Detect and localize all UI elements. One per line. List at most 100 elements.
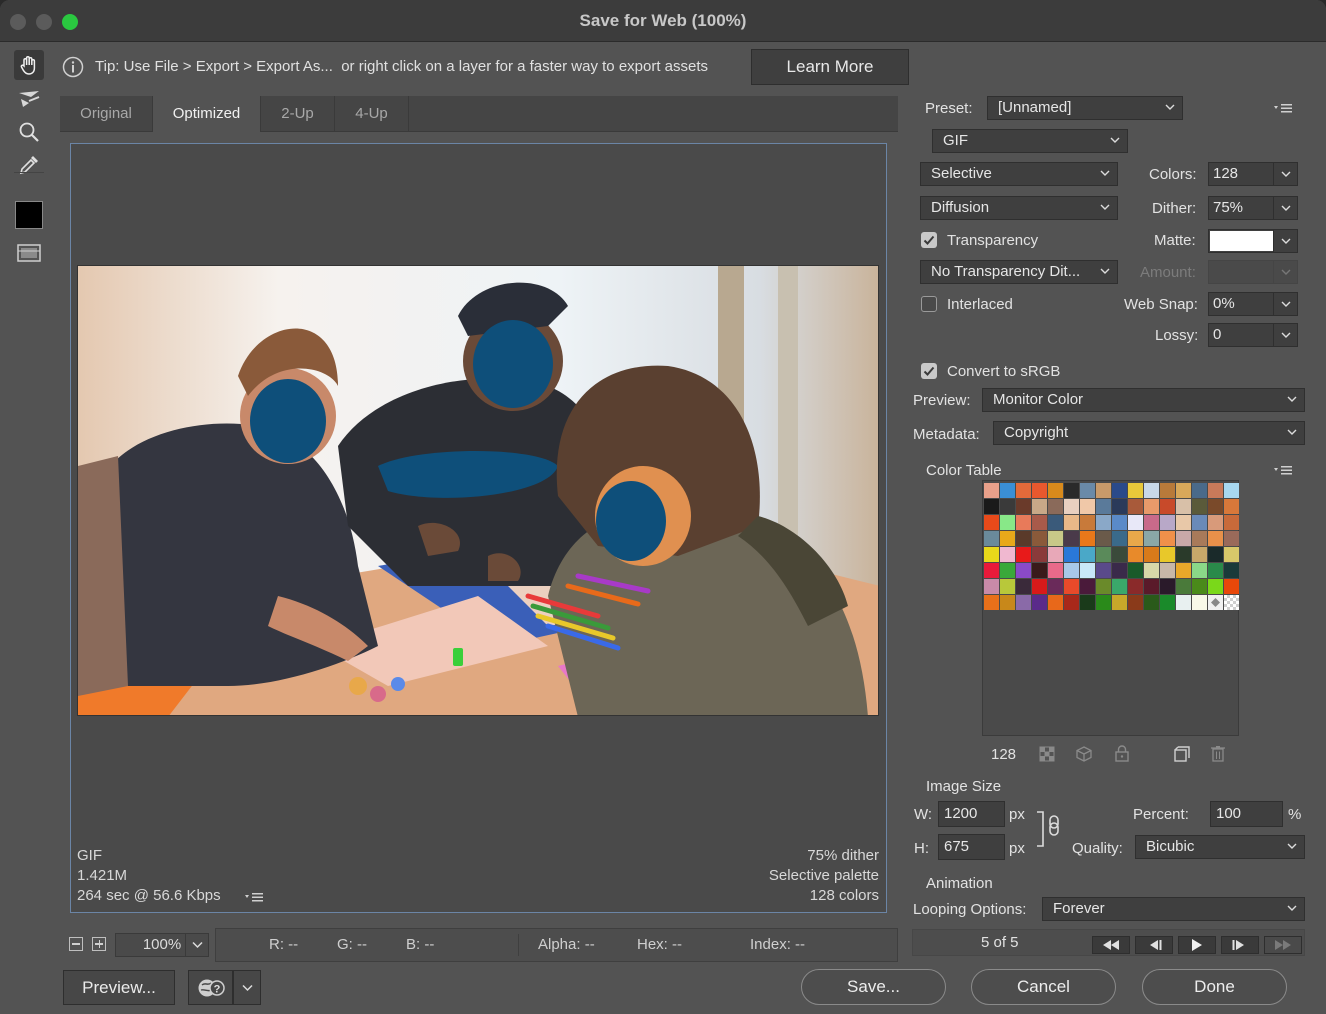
color-swatch[interactable] bbox=[1160, 595, 1175, 610]
color-swatch[interactable] bbox=[1096, 595, 1111, 610]
matte-dropdown[interactable] bbox=[1273, 230, 1297, 252]
color-swatch[interactable] bbox=[1096, 563, 1111, 578]
previous-frame-button[interactable] bbox=[1135, 936, 1173, 954]
color-swatch[interactable] bbox=[1128, 483, 1143, 498]
color-swatch[interactable] bbox=[1064, 515, 1079, 530]
color-swatch[interactable] bbox=[1160, 563, 1175, 578]
color-swatch[interactable] bbox=[1032, 563, 1047, 578]
hand-icon[interactable] bbox=[14, 50, 44, 80]
color-swatch[interactable] bbox=[1080, 499, 1095, 514]
color-swatch[interactable] bbox=[1032, 515, 1047, 530]
color-swatch[interactable] bbox=[1112, 579, 1127, 594]
color-swatch[interactable] bbox=[1080, 579, 1095, 594]
color-swatch[interactable] bbox=[1048, 515, 1063, 530]
color-swatch[interactable] bbox=[1016, 595, 1031, 610]
first-frame-button[interactable] bbox=[1092, 936, 1130, 954]
dither-combo[interactable]: 75% bbox=[1208, 196, 1298, 220]
color-swatch[interactable] bbox=[1048, 531, 1063, 546]
color-swatch[interactable] bbox=[1208, 483, 1223, 498]
color-swatch[interactable] bbox=[984, 531, 999, 546]
color-reduction-select[interactable]: Selective bbox=[920, 162, 1118, 186]
color-swatch[interactable] bbox=[1224, 515, 1239, 530]
color-swatch[interactable] bbox=[1192, 515, 1207, 530]
color-swatch[interactable] bbox=[1160, 579, 1175, 594]
color-table[interactable] bbox=[982, 480, 1239, 736]
color-swatch[interactable] bbox=[1144, 579, 1159, 594]
color-swatch[interactable] bbox=[1192, 563, 1207, 578]
percent-input[interactable]: 100 bbox=[1210, 801, 1283, 827]
color-swatch[interactable] bbox=[1112, 595, 1127, 610]
new-color-icon[interactable] bbox=[1174, 746, 1190, 762]
color-swatch[interactable] bbox=[1208, 595, 1223, 610]
color-swatch[interactable] bbox=[1016, 515, 1031, 530]
color-swatch[interactable] bbox=[1032, 595, 1047, 610]
color-swatch[interactable] bbox=[1128, 515, 1143, 530]
color-swatch[interactable] bbox=[1176, 515, 1191, 530]
map-transparent-icon[interactable] bbox=[1039, 746, 1055, 762]
color-swatch[interactable] bbox=[1016, 563, 1031, 578]
learn-more-button[interactable]: Learn More bbox=[751, 49, 909, 85]
browser-menu-button[interactable] bbox=[233, 970, 261, 1005]
color-swatch[interactable] bbox=[1224, 483, 1239, 498]
color-swatch[interactable] bbox=[1080, 563, 1095, 578]
color-swatch[interactable] bbox=[1080, 531, 1095, 546]
color-swatch[interactable] bbox=[1144, 499, 1159, 514]
color-swatch[interactable] bbox=[1016, 531, 1031, 546]
link-constrain-icon[interactable] bbox=[1034, 804, 1064, 854]
color-swatch[interactable] bbox=[1176, 531, 1191, 546]
color-swatch[interactable] bbox=[1000, 547, 1015, 562]
web-snap-dropdown[interactable] bbox=[1273, 293, 1297, 315]
tab-optimized[interactable]: Optimized bbox=[153, 96, 261, 132]
file-format-select[interactable]: GIF bbox=[932, 129, 1128, 153]
zoom-in-icon[interactable] bbox=[92, 937, 106, 951]
color-swatch[interactable] bbox=[1144, 563, 1159, 578]
preview-canvas[interactable]: GIF 1.421M 264 sec @ 56.6 Kbps 75% dithe… bbox=[70, 143, 887, 913]
transparency-checkbox[interactable] bbox=[921, 232, 937, 248]
preset-select[interactable]: [Unnamed] bbox=[987, 96, 1183, 120]
zoom-dropdown-button[interactable] bbox=[185, 933, 209, 957]
convert-srgb-checkbox[interactable] bbox=[921, 363, 937, 379]
color-swatch[interactable] bbox=[1032, 499, 1047, 514]
color-swatch[interactable] bbox=[1192, 595, 1207, 610]
color-swatch[interactable] bbox=[1176, 595, 1191, 610]
color-swatch[interactable] bbox=[1000, 515, 1015, 530]
color-swatch[interactable] bbox=[1128, 563, 1143, 578]
color-swatch[interactable] bbox=[1176, 499, 1191, 514]
color-swatch[interactable] bbox=[1112, 531, 1127, 546]
height-input[interactable]: 675 bbox=[938, 834, 1005, 860]
looping-select[interactable]: Forever bbox=[1042, 897, 1305, 921]
color-swatch[interactable] bbox=[1192, 531, 1207, 546]
preview-button[interactable]: Preview... bbox=[63, 970, 175, 1005]
color-swatch[interactable] bbox=[1160, 531, 1175, 546]
color-swatch[interactable] bbox=[1192, 547, 1207, 562]
color-swatch[interactable] bbox=[1096, 579, 1111, 594]
color-swatch[interactable] bbox=[1112, 515, 1127, 530]
matte-color-swatch[interactable] bbox=[1210, 231, 1274, 251]
color-swatch[interactable] bbox=[1096, 547, 1111, 562]
color-swatch[interactable] bbox=[1048, 483, 1063, 498]
color-swatch[interactable] bbox=[1000, 531, 1015, 546]
color-swatch[interactable] bbox=[1048, 595, 1063, 610]
color-swatch[interactable] bbox=[1144, 531, 1159, 546]
interlaced-checkbox[interactable] bbox=[921, 296, 937, 312]
colors-combo[interactable]: 128 bbox=[1208, 162, 1298, 186]
color-swatch[interactable] bbox=[1032, 547, 1047, 562]
zoom-out-icon[interactable] bbox=[69, 937, 83, 951]
color-swatch[interactable] bbox=[984, 563, 999, 578]
cancel-button[interactable]: Cancel bbox=[971, 969, 1116, 1005]
color-swatch[interactable] bbox=[1144, 547, 1159, 562]
metadata-select[interactable]: Copyright bbox=[993, 421, 1305, 445]
color-swatch[interactable] bbox=[1224, 499, 1239, 514]
color-swatch[interactable] bbox=[1048, 579, 1063, 594]
dither-algorithm-select[interactable]: Diffusion bbox=[920, 196, 1118, 220]
color-swatch[interactable] bbox=[1208, 499, 1223, 514]
color-swatch[interactable] bbox=[1032, 579, 1047, 594]
color-swatch[interactable] bbox=[1144, 483, 1159, 498]
color-swatch[interactable] bbox=[1112, 499, 1127, 514]
color-swatch[interactable] bbox=[1224, 547, 1239, 562]
color-swatch[interactable] bbox=[1000, 595, 1015, 610]
color-swatch[interactable] bbox=[1000, 499, 1015, 514]
preview-color-select[interactable]: Monitor Color bbox=[982, 388, 1305, 412]
download-speed-menu-icon[interactable] bbox=[244, 891, 264, 903]
color-swatch[interactable] bbox=[1000, 579, 1015, 594]
